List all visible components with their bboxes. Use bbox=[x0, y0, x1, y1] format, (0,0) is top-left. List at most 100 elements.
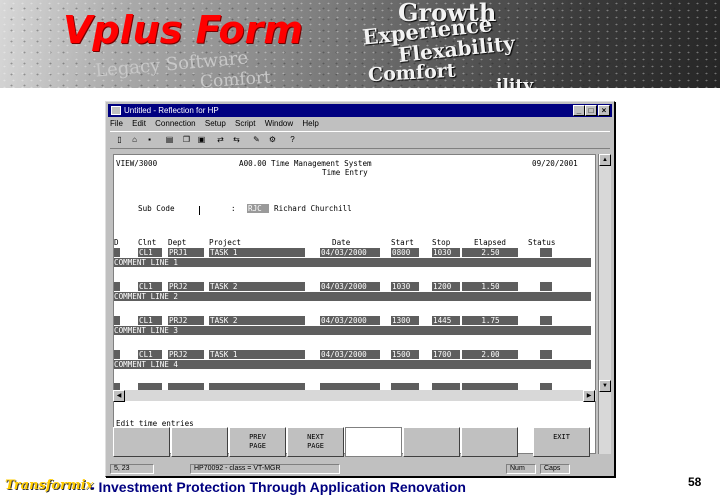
function-key-bar: PREV PAGE NEXT PAGE EXIT bbox=[113, 427, 596, 457]
row-date-field[interactable]: 04/03/2000 bbox=[320, 248, 380, 257]
help-icon[interactable]: ? bbox=[286, 134, 299, 146]
row-dept-field[interactable]: PRJ2 bbox=[168, 350, 204, 359]
row-d-field[interactable] bbox=[114, 316, 120, 325]
row-clnt-field[interactable]: CL1 bbox=[138, 282, 162, 291]
next-page-button[interactable]: NEXT PAGE bbox=[287, 427, 344, 457]
row-date-field[interactable]: 04/03/2000 bbox=[320, 316, 380, 325]
comment-text: COMMENT LINE 2 bbox=[114, 292, 179, 301]
system-title: A00.00 Time Management System bbox=[239, 159, 372, 168]
function-key-f1[interactable] bbox=[113, 427, 170, 457]
col-clnt: Clnt bbox=[138, 238, 157, 247]
scroll-left-icon[interactable]: ◀ bbox=[113, 390, 125, 402]
comment-text: COMMENT LINE 3 bbox=[114, 326, 179, 335]
function-key-f2[interactable] bbox=[171, 427, 228, 457]
row-clnt-field[interactable]: CL1 bbox=[138, 316, 162, 325]
col-elapsed: Elapsed bbox=[474, 238, 507, 247]
vertical-scrollbar[interactable]: ▲ ▼ bbox=[598, 154, 611, 454]
function-key-f7[interactable] bbox=[461, 427, 518, 457]
screen-subtitle: Time Entry bbox=[322, 168, 368, 177]
function-key-f6[interactable] bbox=[403, 427, 460, 457]
row-project-field[interactable]: TASK 2 bbox=[209, 316, 305, 325]
col-date: Date bbox=[332, 238, 351, 247]
terminal-screen[interactable]: VIEW/3000 A00.00 Time Management System … bbox=[113, 154, 596, 454]
row-stop-field[interactable]: 1445 bbox=[432, 316, 460, 325]
maximize-button[interactable]: □ bbox=[585, 105, 597, 116]
minimize-button[interactable]: _ bbox=[573, 105, 585, 116]
row-start-field[interactable]: 1300 bbox=[391, 316, 419, 325]
connect-icon[interactable]: ⇄ bbox=[214, 134, 227, 146]
text-cursor bbox=[199, 206, 200, 215]
row-date-field[interactable]: 04/03/2000 bbox=[320, 282, 380, 291]
num-lock-indicator: Num bbox=[506, 464, 536, 474]
row-clnt-field[interactable]: CL1 bbox=[138, 248, 162, 257]
comment-line[interactable]: COMMENT LINE 3 bbox=[114, 326, 591, 335]
exit-button[interactable]: EXIT bbox=[533, 427, 590, 457]
menu-help[interactable]: Help bbox=[302, 119, 318, 128]
scroll-right-icon[interactable]: ▶ bbox=[583, 390, 595, 402]
banner-word: ility bbox=[496, 76, 534, 88]
menu-edit[interactable]: Edit bbox=[132, 119, 146, 128]
prev-page-button[interactable]: PREV PAGE bbox=[229, 427, 286, 457]
row-elapsed-field[interactable]: 2.00 bbox=[462, 350, 518, 359]
row-status-field[interactable] bbox=[540, 316, 552, 325]
comment-text: COMMENT LINE 4 bbox=[114, 360, 179, 369]
row-d-field[interactable] bbox=[114, 282, 120, 291]
row-start-field[interactable]: 1500 bbox=[391, 350, 419, 359]
row-project-field[interactable]: TASK 1 bbox=[209, 350, 305, 359]
page-number: 58 bbox=[688, 475, 702, 489]
horizontal-scrollbar[interactable]: ◀ ▶ bbox=[113, 390, 596, 402]
row-project-field[interactable]: TASK 1 bbox=[209, 248, 305, 257]
row-stop-field[interactable]: 1200 bbox=[432, 282, 460, 291]
close-button[interactable]: × bbox=[598, 105, 610, 116]
row-dept-field[interactable]: PRJ2 bbox=[168, 316, 204, 325]
slide-tagline: - Investment Protection Through Applicat… bbox=[90, 479, 466, 495]
row-stop-field[interactable]: 1700 bbox=[432, 350, 460, 359]
function-key-f5[interactable] bbox=[345, 427, 402, 457]
col-d: D bbox=[114, 238, 119, 247]
save-icon[interactable]: ▪ bbox=[143, 134, 156, 146]
comment-line[interactable]: COMMENT LINE 1 bbox=[114, 258, 591, 267]
menu-script[interactable]: Script bbox=[235, 119, 255, 128]
row-elapsed-field[interactable]: 1.50 bbox=[462, 282, 518, 291]
window-title: Untitled - Reflection for HP bbox=[124, 106, 219, 115]
row-date-field[interactable]: 04/03/2000 bbox=[320, 350, 380, 359]
row-stop-field[interactable]: 1030 bbox=[432, 248, 460, 257]
menu-connection[interactable]: Connection bbox=[155, 119, 195, 128]
scroll-down-icon[interactable]: ▼ bbox=[599, 380, 611, 392]
menu-file[interactable]: File bbox=[110, 119, 123, 128]
header-date: 09/20/2001 bbox=[532, 159, 578, 168]
window-titlebar[interactable]: Untitled - Reflection for HP _ □ × bbox=[108, 104, 612, 117]
row-start-field[interactable]: 0800 bbox=[391, 248, 419, 257]
row-project-field[interactable]: TASK 2 bbox=[209, 282, 305, 291]
comment-line[interactable]: COMMENT LINE 2 bbox=[114, 292, 591, 301]
row-dept-field[interactable]: PRJ1 bbox=[168, 248, 204, 257]
row-d-field[interactable] bbox=[114, 350, 120, 359]
row-d-field[interactable] bbox=[114, 248, 120, 257]
app-icon[interactable] bbox=[111, 106, 121, 115]
col-start: Start bbox=[391, 238, 414, 247]
paste-icon[interactable]: ▣ bbox=[195, 134, 208, 146]
menu-bar: File Edit Connection Setup Script Window… bbox=[110, 118, 326, 129]
open-icon[interactable]: ⌂ bbox=[128, 134, 141, 146]
col-status: Status bbox=[528, 238, 556, 247]
macro-icon[interactable]: ✎ bbox=[250, 134, 263, 146]
menu-setup[interactable]: Setup bbox=[205, 119, 226, 128]
row-dept-field[interactable]: PRJ2 bbox=[168, 282, 204, 291]
copy-icon[interactable]: ❐ bbox=[180, 134, 193, 146]
row-elapsed-field[interactable]: 2.50 bbox=[462, 248, 518, 257]
settings-icon[interactable]: ⚙ bbox=[266, 134, 279, 146]
row-start-field[interactable]: 1030 bbox=[391, 282, 419, 291]
menu-window[interactable]: Window bbox=[265, 119, 293, 128]
row-status-field[interactable] bbox=[540, 282, 552, 291]
cursor-position: 5, 23 bbox=[110, 464, 154, 474]
print-icon[interactable]: ▤ bbox=[163, 134, 176, 146]
scroll-up-icon[interactable]: ▲ bbox=[599, 154, 611, 166]
row-status-field[interactable] bbox=[540, 248, 552, 257]
row-clnt-field[interactable]: CL1 bbox=[138, 350, 162, 359]
subcode-field[interactable]: RJC bbox=[247, 204, 269, 213]
comment-line[interactable]: COMMENT LINE 4 bbox=[114, 360, 591, 369]
row-elapsed-field[interactable]: 1.75 bbox=[462, 316, 518, 325]
disconnect-icon[interactable]: ⇆ bbox=[230, 134, 243, 146]
row-status-field[interactable] bbox=[540, 350, 552, 359]
new-icon[interactable]: ▯ bbox=[113, 134, 126, 146]
